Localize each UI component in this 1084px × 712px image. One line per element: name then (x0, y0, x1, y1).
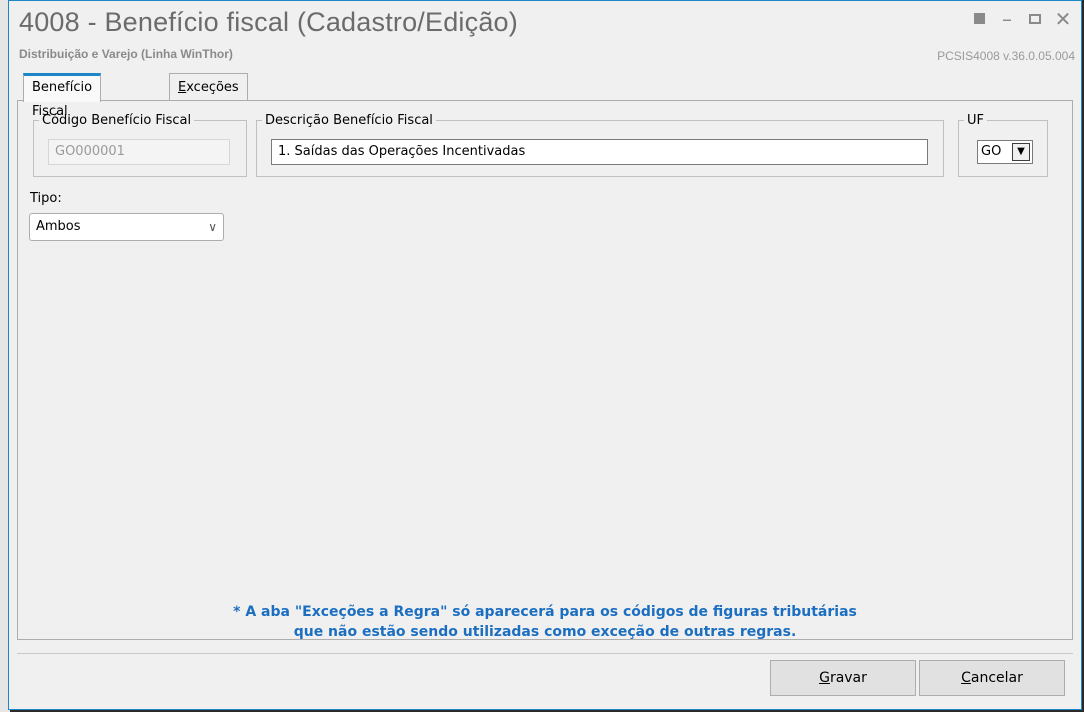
descricao-field[interactable]: 1. Saídas das Operações Incentivadas (271, 139, 928, 165)
button-bar-divider (17, 653, 1073, 654)
uf-value: GO (981, 144, 1002, 159)
restore-icon[interactable] (967, 7, 991, 31)
close-icon[interactable]: ✕ (1051, 7, 1075, 31)
save-hotkey: G (819, 670, 830, 686)
info-note-line-2: que não estão sendo utilizadas como exce… (293, 624, 797, 640)
version-label: PCSIS4008 v.36.0.05.004 (937, 49, 1075, 63)
tipo-label: Tipo: (30, 191, 62, 206)
tab-panel: Código Benefício Fiscal GO000001 Descriç… (17, 100, 1073, 640)
codigo-field[interactable]: GO000001 (48, 139, 230, 165)
uf-legend: UF (967, 113, 984, 128)
chevron-down-icon: ∨ (208, 220, 217, 234)
window-subtitle: Distribuição e Varejo (Linha WinThor) (19, 47, 233, 61)
save-button[interactable]: Gravar (770, 660, 916, 696)
cancel-button[interactable]: Cancelar (919, 660, 1065, 696)
descricao-legend: Descrição Benefício Fiscal (265, 113, 433, 128)
title-bar: 4008 - Benefício fiscal (Cadastro/Edição… (9, 1, 1081, 71)
uf-select[interactable]: GO ▼ (977, 140, 1033, 164)
window-controls: – ✕ (967, 7, 1075, 31)
save-label: ravar (829, 670, 867, 686)
tab-hotkey: E (178, 80, 187, 95)
dropdown-arrow-icon[interactable]: ▼ (1012, 143, 1030, 161)
minimize-icon[interactable]: – (995, 7, 1019, 31)
window-title: 4008 - Benefício fiscal (Cadastro/Edição… (19, 7, 518, 37)
cancel-hotkey: C (961, 670, 971, 686)
tipo-select[interactable]: Ambos ∨ (29, 213, 224, 241)
cancel-label: ancelar (970, 670, 1023, 686)
info-note-line-1: * A aba "Exceções a Regra" só aparecerá … (233, 604, 857, 620)
tipo-value: Ambos (36, 219, 81, 234)
maximize-icon[interactable] (1023, 7, 1047, 31)
dialog-window: 4008 - Benefício fiscal (Cadastro/Edição… (8, 0, 1082, 710)
tab-beneficio-fiscal[interactable]: Benefício Fiscal (23, 73, 102, 119)
tab-excecoes-regra[interactable]: Exceções a Regra (169, 73, 248, 122)
